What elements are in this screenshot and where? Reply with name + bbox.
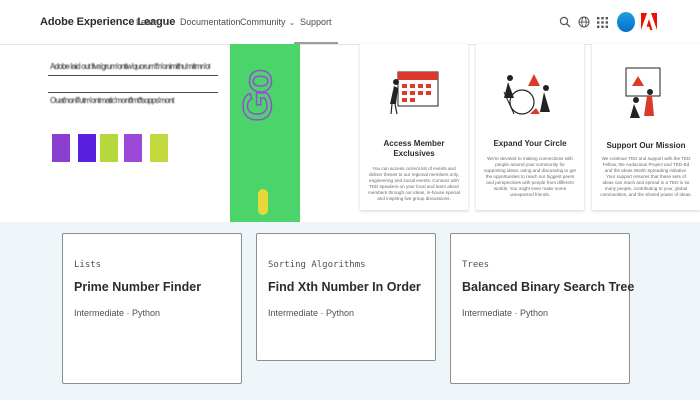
nav-support[interactable]: Support [294,17,337,44]
nav-documentation[interactable]: Documentation [180,17,241,27]
calendar-illustration-icon [390,71,439,115]
adobe-logo-icon[interactable] [641,13,657,30]
feature-card-member-exclusives[interactable]: Access Member Exclusives You can access … [360,44,468,210]
top-navigation-bar: Adobe Experience League Learn ⌄ Document… [0,0,700,45]
banner-tile [52,134,70,162]
feature-title: Expand Your Circle [493,139,567,148]
challenge-card[interactable]: Sorting Algorithms Find Xth Number In Or… [256,233,436,361]
card-category: Sorting Algorithms [268,260,366,270]
feature-title: Access Member Exclusives [383,139,445,158]
challenge-card[interactable]: Lists Prime Number Finder Intermediate ·… [62,233,242,384]
nav-community-label: Community [240,17,286,27]
feature-card-support-mission[interactable]: Support Our Mission We continue TED and … [592,44,700,210]
feature-title: Support Our Mission [606,141,686,150]
banner-tile [124,134,142,162]
card-meta: Intermediate · Python [462,308,549,318]
feature-description: You can access current list of events an… [368,166,460,201]
card-title: Balanced Binary Search Tree [462,280,635,294]
globe-icon[interactable] [578,16,590,28]
banner-tile [100,134,118,162]
avatar[interactable] [617,12,635,32]
banner-scribble-line: Ouat'nonl'i'utm'ontmatic'mont'lmt'fsopps… [50,96,175,105]
banner-scribble-line: Adobe laid out fiva'grum'ontiw'quorum't'… [50,62,210,71]
banner-tile [150,134,168,162]
feature-description: We continue TED and support with the TED… [600,156,692,197]
nav-documentation-label: Documentation [180,17,241,27]
card-category: Trees [462,260,490,270]
banner-tile [78,134,96,162]
feature-description: We're devoted to making connections with… [484,156,576,197]
card-title: Prime Number Finder [74,280,202,294]
people-circle-illustration-icon [503,74,550,115]
apps-grid-icon[interactable] [597,17,608,28]
artwork-shape [258,189,268,215]
nav-support-label: Support [300,17,332,27]
card-meta: Intermediate · Python [74,308,161,318]
feature-card-expand-circle[interactable]: Expand Your Circle We're devoted to maki… [476,44,584,210]
card-title: Find Xth Number In Order [268,280,421,294]
banner-divider [48,92,218,93]
challenge-card[interactable]: Trees Balanced Binary Search Tree Interm… [450,233,634,384]
nav-learn-label: Learn [136,17,160,27]
speakers-podium-illustration-icon [625,67,661,118]
nav-community[interactable]: Community ⌄ [240,17,295,27]
card-category: Lists [74,260,102,270]
card-meta: Intermediate · Python [268,308,355,318]
banner-divider [48,75,218,76]
chevron-down-icon: ⌄ [288,17,296,27]
promo-banner-image: Adobe laid out fiva'grum'ontiw'quorum't'… [48,46,220,196]
nav-learn[interactable]: Learn ⌄ [136,17,169,27]
chevron-down-icon: ⌄ [162,17,169,27]
green-artwork-panel: Go [230,44,300,222]
search-icon[interactable] [559,16,571,28]
artwork-lettering: Go [235,71,281,122]
